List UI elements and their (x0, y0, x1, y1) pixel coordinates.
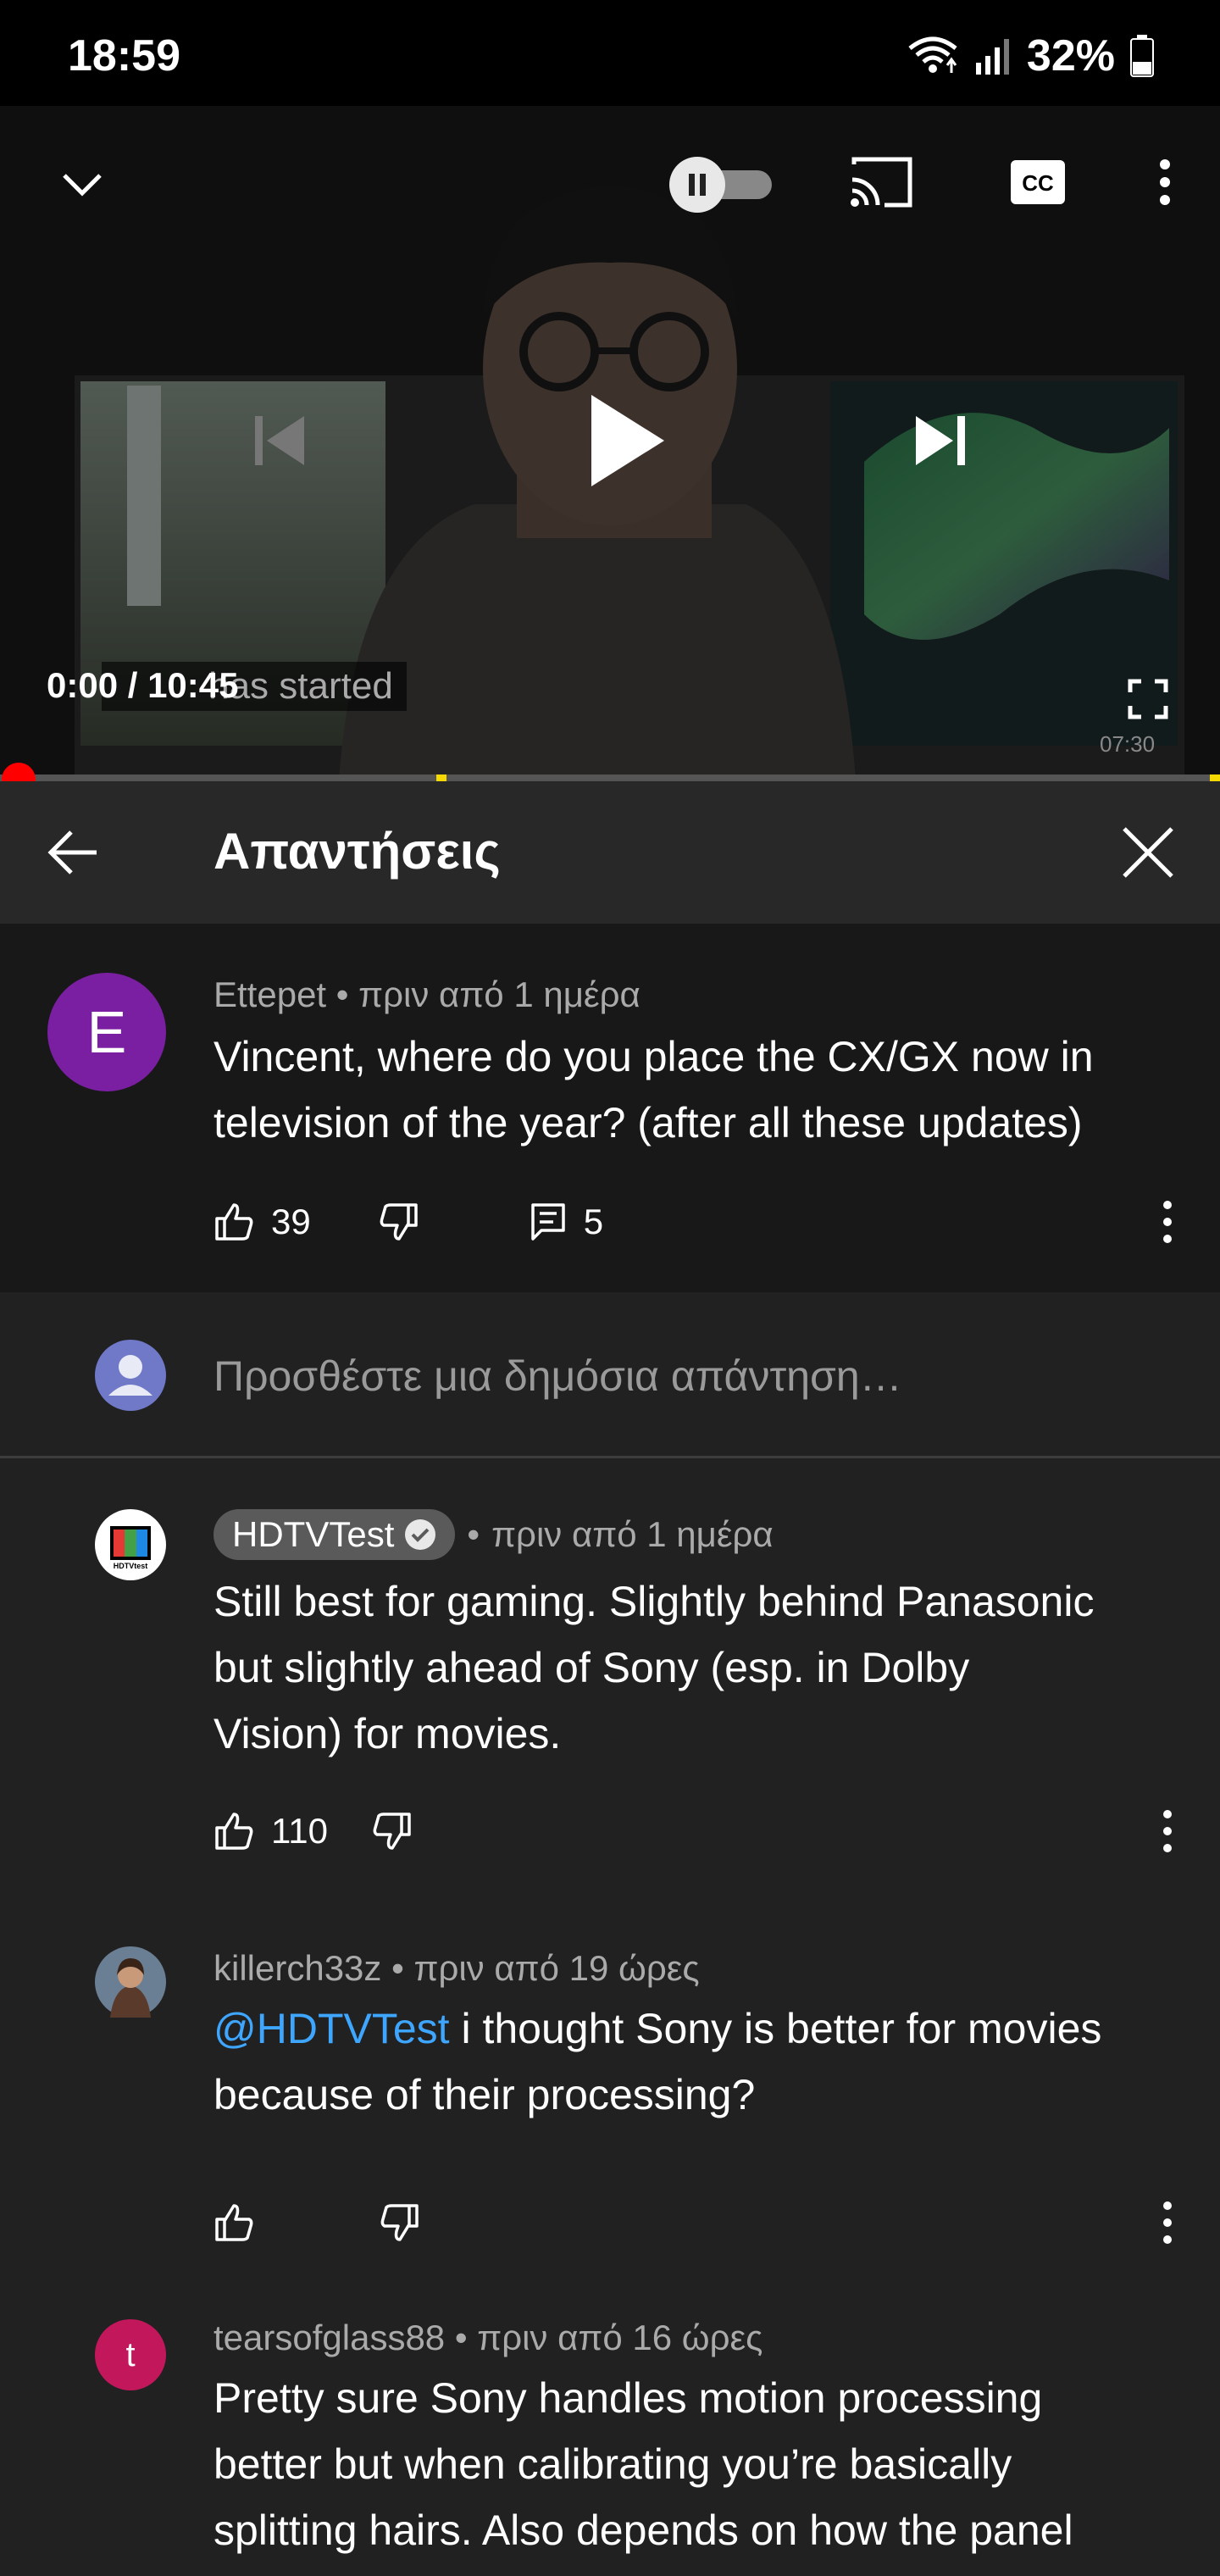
autoplay-pause-icon (669, 157, 772, 213)
avatar[interactable] (95, 1946, 166, 2018)
like-icon[interactable] (214, 1202, 254, 1242)
cast-button[interactable] (843, 144, 919, 220)
play-icon (591, 395, 664, 486)
comment-text: Vincent, where do you place the CX/GX no… (214, 1033, 1094, 1146)
cast-icon (851, 157, 912, 208)
comment-meta: Ettepet • πριν από 1 ημέρα (214, 974, 640, 1014)
progress-bar[interactable] (0, 774, 1220, 781)
more-vert-icon[interactable] (1151, 1196, 1184, 1247)
reply-icon[interactable] (530, 1202, 567, 1242)
like-icon[interactable] (214, 2202, 254, 2243)
fullscreen-button[interactable] (1118, 669, 1178, 729)
comment-age: πριν από 1 ημέρα (491, 1514, 774, 1554)
comment-text: Still best for gaming. Slightly behind P… (214, 1578, 1095, 1757)
battery-percent: 32% (1026, 31, 1115, 80)
minimize-button[interactable] (53, 155, 112, 214)
verified-icon (405, 1519, 436, 1550)
comment-age: πριν από 16 ώρες (477, 2318, 763, 2357)
player-more-button[interactable] (1140, 144, 1190, 220)
svg-text:CC: CC (1022, 170, 1054, 196)
comment-meta: killerch33z • πριν από 19 ώρες (214, 1948, 700, 1988)
comment-author[interactable]: tearsofglass88 (214, 2318, 445, 2357)
parent-comment: E Ettepet • πριν από 1 ημέρα Vincent, wh… (0, 924, 1220, 1292)
user-avatar-icon (95, 1340, 166, 1411)
add-reply-bar[interactable]: Προσθέστε μια δημόσια απάντηση… (0, 1292, 1220, 1458)
svg-text:HDTVtest: HDTVtest (114, 1562, 148, 1570)
like-icon[interactable] (214, 1811, 254, 1852)
reply-count: 5 (583, 1202, 604, 1241)
video-player[interactable]: 07:30 CC has started 0:00 / 10:45 (0, 106, 1220, 780)
arrow-back-icon (47, 830, 97, 874)
comment-author: HDTVTest (232, 1514, 395, 1554)
current-time: 0:00 (47, 665, 119, 705)
status-time: 18:59 (68, 31, 180, 80)
tv-clock: 07:30 (1100, 731, 1155, 757)
skip-previous-icon (255, 416, 304, 465)
avatar[interactable]: t (95, 2319, 166, 2390)
close-icon (1123, 827, 1173, 878)
more-vert-icon[interactable] (1151, 1806, 1184, 1857)
chapter-marker (436, 774, 446, 781)
comment-age: πριν από 19 ώρες (413, 1948, 700, 1988)
battery-icon (1130, 35, 1154, 77)
more-vert-icon[interactable] (1151, 2197, 1184, 2248)
comment-age: πριν από 1 ημέρα (358, 974, 640, 1014)
comment-author[interactable]: Ettepet (214, 974, 326, 1014)
avatar[interactable]: HDTVtest (95, 1509, 166, 1580)
fullscreen-icon (1128, 679, 1168, 719)
next-button[interactable] (894, 394, 987, 487)
chevron-down-icon (63, 174, 102, 197)
more-vert-icon (1160, 159, 1170, 205)
back-button[interactable] (34, 819, 110, 886)
reply-item: HDTVtest HDTVTest • πριν από 1 ημέρα Sti… (0, 1458, 1220, 1899)
previous-button[interactable] (233, 394, 326, 487)
like-count: 110 (271, 1811, 328, 1851)
replies-title: Απαντήσεις (214, 823, 501, 880)
reply-item: t tearsofglass88 • πριν από 16 ώρες Pret… (0, 2272, 1220, 2576)
captions-button[interactable]: CC (1000, 144, 1076, 220)
comment-actions: 110 (214, 1806, 413, 1857)
channel-badge[interactable]: HDTVTest (214, 1509, 456, 1560)
reply-input[interactable]: Προσθέστε μια δημόσια απάντηση… (214, 1352, 902, 1401)
close-button[interactable] (1110, 819, 1186, 886)
play-button[interactable] (555, 373, 690, 508)
signal-icon (975, 39, 1009, 75)
replies-header: Απαντήσεις (0, 781, 1220, 924)
mention-link[interactable]: @HDTVTest (214, 2005, 450, 2052)
chapter-marker (1210, 774, 1220, 781)
comment-text: @HDTVTest i thought Sony is better for m… (214, 2005, 1102, 2118)
autoplay-toggle[interactable] (665, 142, 775, 227)
dislike-icon[interactable] (380, 2202, 420, 2243)
comment-meta: tearsofglass88 • πριν από 16 ώρες (214, 2318, 763, 2357)
dislike-icon[interactable] (379, 1202, 419, 1242)
skip-next-icon (916, 416, 965, 465)
status-icons: 32% (907, 29, 1154, 83)
comment-author[interactable]: killerch33z (214, 1948, 381, 1988)
status-bar: 18:59 32% (0, 0, 1220, 106)
comment-text: Pretty sure Sony handles motion processi… (214, 2374, 1073, 2554)
time-separator: / (127, 665, 138, 705)
captions-icon: CC (1011, 160, 1065, 204)
reply-item: killerch33z • πριν από 19 ώρες @HDTVTest… (0, 1899, 1220, 2272)
like-count: 39 (271, 1202, 311, 1241)
dislike-icon[interactable] (372, 1811, 413, 1852)
avatar[interactable]: E (47, 973, 166, 1091)
comment-actions: 39 5 (214, 1196, 603, 1247)
wifi-icon (908, 36, 957, 73)
comment-meta: HDTVTest • πριν από 1 ημέρα (214, 1509, 774, 1560)
comment-actions (214, 2197, 420, 2248)
time-readout: 0:00 / 10:45 (47, 665, 239, 706)
duration: 10:45 (147, 665, 239, 705)
